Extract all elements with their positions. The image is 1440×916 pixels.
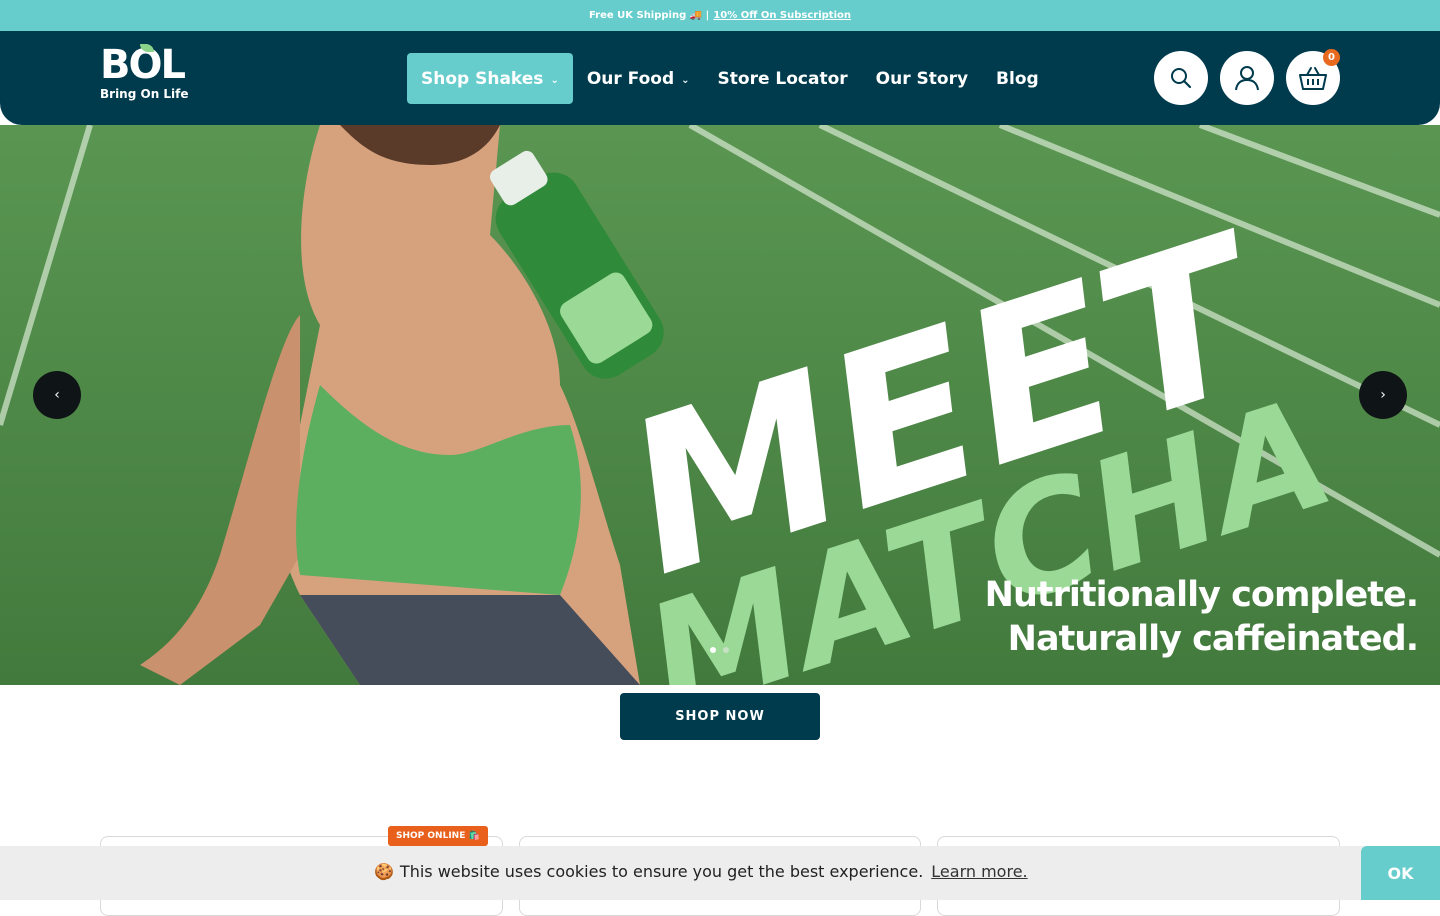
chevron-left-icon: ‹ [54, 387, 60, 403]
subscription-link[interactable]: 10% Off On Subscription [713, 10, 851, 21]
search-icon [1171, 68, 1192, 89]
logo[interactable]: BOL Bring On Life [100, 44, 190, 113]
nav-item-blog[interactable]: Blog [982, 53, 1053, 104]
cookie-message: 🍪 This website uses cookies to ensure yo… [374, 862, 1028, 881]
hero-tagline: Nutritionally complete. Naturally caffei… [984, 573, 1419, 661]
nav-item-our-story[interactable]: Our Story [862, 53, 982, 104]
logo-tagline: Bring On Life [100, 87, 189, 101]
nav-item-label: Shop Shakes [421, 68, 544, 89]
slide-prev-button[interactable]: ‹ [33, 371, 81, 419]
chevron-down-icon: ⌄ [681, 74, 690, 86]
cookie-ok-button[interactable]: OK [1361, 846, 1440, 900]
learn-more-link[interactable]: Learn more. [931, 862, 1027, 881]
chevron-down-icon: ⌄ [550, 74, 559, 86]
hero-tagline-line2: Naturally caffeinated. [1007, 619, 1419, 659]
shop-now-button[interactable]: SHOP NOW [620, 693, 820, 740]
nav-item-label: Our Food [586, 68, 675, 89]
slide-dot[interactable] [723, 647, 729, 653]
slide-dot[interactable] [710, 647, 716, 653]
hero-tagline-line1: Nutritionally complete. [984, 575, 1419, 615]
cart-count-badge: 0 [1323, 49, 1340, 66]
cookie-banner: 🍪 This website uses cookies to ensure yo… [0, 846, 1440, 900]
cookie-text: This website uses cookies to ensure you … [399, 862, 924, 881]
user-icon [1235, 66, 1259, 91]
shipping-text: Free UK Shipping 🚚 | [588, 10, 710, 21]
basket-icon [1299, 67, 1327, 90]
nav-item-store-locator[interactable]: Store Locator [704, 53, 862, 104]
nav-item-shop-shakes[interactable]: Shop Shakes ⌄ [407, 53, 573, 104]
nav-item-label: Store Locator [717, 68, 848, 89]
slide-dots [710, 647, 729, 653]
shop-online-tag: SHOP ONLINE 🛍️ [388, 826, 488, 846]
search-button[interactable] [1154, 51, 1208, 105]
nav-item-our-food[interactable]: Our Food ⌄ [573, 53, 704, 104]
announcement-bar: Free UK Shipping 🚚 | 10% Off On Subscrip… [0, 0, 1440, 31]
hero-slideshow: MEET MATCHA Nutritionally complete. Natu… [0, 125, 1440, 685]
chevron-right-icon: › [1380, 387, 1386, 403]
cookie-icon: 🍪 [374, 862, 394, 881]
nav-item-label: Our Story [875, 68, 969, 89]
account-button[interactable] [1220, 51, 1274, 105]
cart-button[interactable]: 0 [1286, 49, 1340, 105]
nav-item-label: Blog [996, 68, 1039, 89]
site-header: BOL Bring On Life Shop Shakes ⌄ Our Food… [0, 31, 1440, 125]
slide-next-button[interactable]: › [1359, 371, 1407, 419]
main-nav: Shop Shakes ⌄ Our Food ⌄ Store Locator O… [407, 53, 1053, 104]
